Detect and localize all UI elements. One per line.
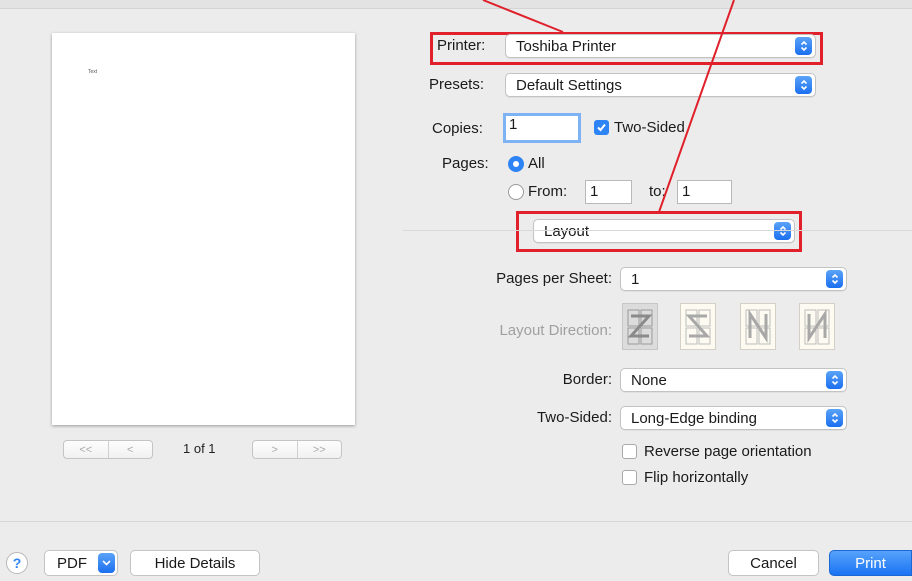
annotation-arrows	[482, 0, 735, 213]
help-icon: ?	[12, 555, 22, 571]
cancel-button[interactable]: Cancel	[728, 550, 819, 576]
pdf-label: PDF	[57, 554, 87, 572]
help-button[interactable]: ?	[6, 552, 28, 574]
footer-separator	[0, 521, 912, 522]
annotation-line-layout	[658, 0, 735, 213]
pdf-menu-button[interactable]: PDF	[44, 550, 118, 576]
chevron-down-icon	[98, 553, 115, 573]
print-button[interactable]: Print	[829, 550, 912, 576]
hide-details-button[interactable]: Hide Details	[130, 550, 260, 576]
annotation-line-printer	[482, 0, 564, 33]
